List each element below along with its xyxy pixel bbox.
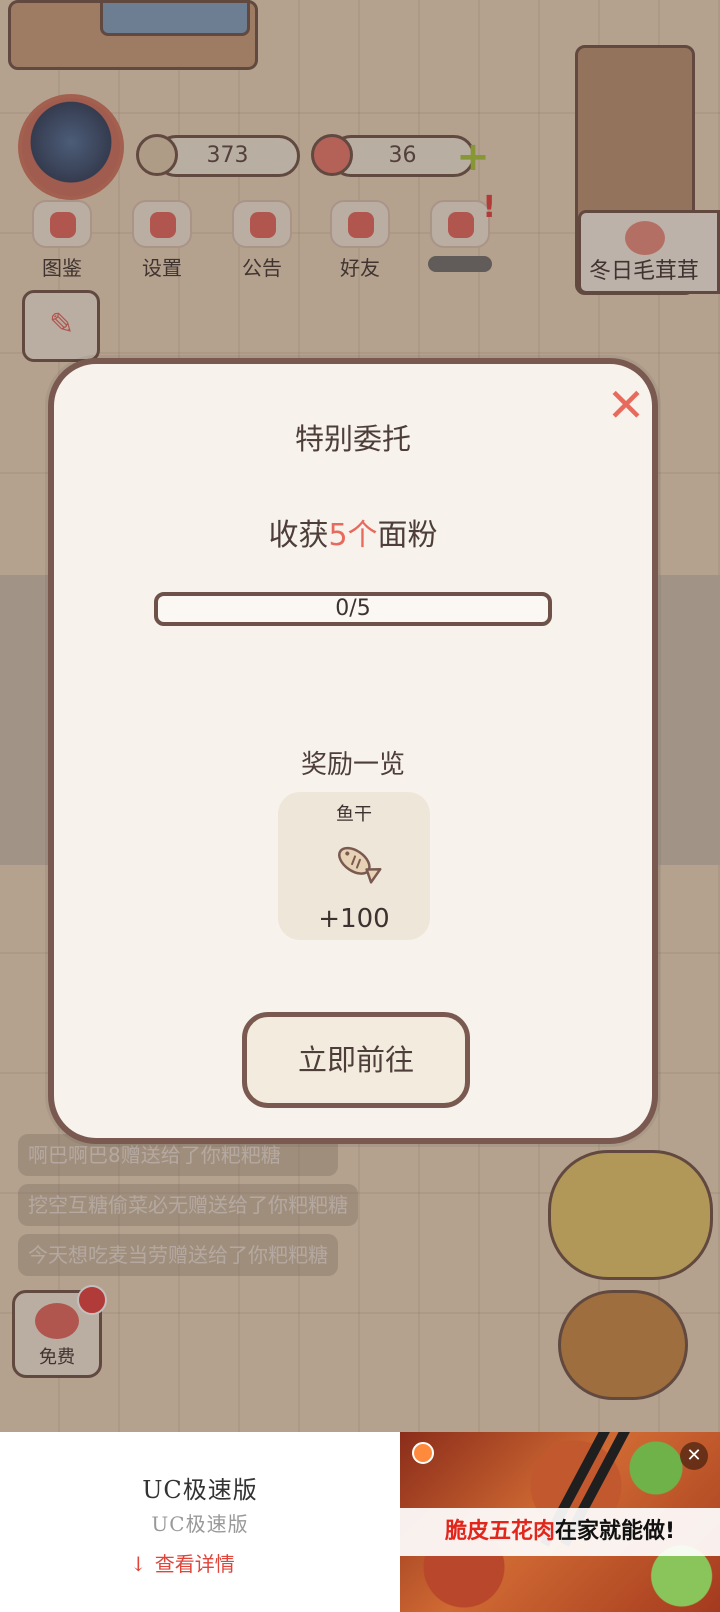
reward-card: 鱼干 +100 (278, 792, 430, 940)
ad-caption-text: 在家就能做! (554, 1519, 676, 1544)
dialog-title: 特别委托 (294, 422, 411, 456)
progress-text: 0/5 (335, 596, 371, 621)
special-commission-dialog: ✕ 特别委托 收获5个面粉 0/5 奖励一览 鱼干 +100 立即前往 (48, 358, 658, 1144)
quest-description: 收获5个面粉 (54, 510, 652, 554)
quest-quantity: 5个 (328, 518, 378, 553)
dried-fish-icon (338, 846, 382, 884)
ad-caption-highlight: 脆皮五花肉 (444, 1519, 555, 1544)
go-now-button[interactable]: 立即前往 (242, 1012, 470, 1108)
ad-detail-label: 查看详情 (154, 1552, 235, 1576)
quest-prefix: 收获 (268, 518, 329, 553)
ad-app-name: UC极速版 (142, 1476, 258, 1504)
ad-caption: 脆皮五花肉在家就能做! (400, 1508, 720, 1556)
ad-app-subtitle: UC极速版 (151, 1512, 249, 1536)
ad-banner[interactable]: UC极速版 UC极速版 ↓ 查看详情 ✕ 脆皮五花肉在家就能做! (0, 1432, 720, 1612)
ad-detail-link[interactable]: ↓ 查看详情 (130, 1548, 280, 1577)
ad-close-icon[interactable]: ✕ (680, 1442, 708, 1470)
download-arrow-icon: ↓ (130, 1552, 147, 1576)
ad-logo-icon (412, 1442, 434, 1464)
reward-name: 鱼干 (336, 804, 372, 825)
rewards-heading: 奖励一览 (300, 750, 405, 780)
ad-image[interactable]: ✕ 脆皮五花肉在家就能做! (400, 1432, 720, 1612)
reward-amount: +100 (318, 904, 390, 934)
quest-progress-bar: 0/5 (154, 592, 552, 626)
quest-item: 面粉 (377, 518, 438, 553)
